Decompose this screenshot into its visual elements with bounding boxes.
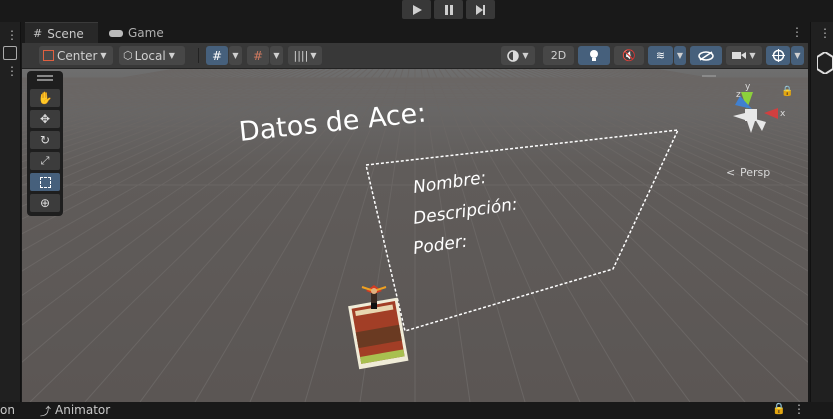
lock-icon-bottom[interactable]: 🔒	[772, 402, 786, 415]
persp-arrow-icon: <	[726, 166, 735, 179]
gizmo-z-label: z	[736, 90, 741, 100]
increment-snap-dropdown[interactable]: ▼	[270, 46, 283, 65]
gizmos-dropdown[interactable]: ▼	[791, 46, 804, 65]
effects-toggle[interactable]: ≋	[648, 46, 673, 65]
scale-icon: ⤢	[40, 154, 50, 167]
gizmo-x-label: x	[780, 109, 786, 119]
gamepad-icon	[109, 29, 123, 37]
chevron-down-icon: ▼	[100, 51, 107, 60]
tab-animator[interactable]: Animator	[55, 403, 110, 417]
2d-label: 2D	[550, 49, 567, 62]
mute-icon: 🔇	[622, 49, 636, 62]
tab-game-label: Game	[128, 25, 164, 40]
more-options-icon-bottom[interactable]: ⋮	[793, 402, 805, 416]
tab-bar: # Scene Game ⋮	[22, 22, 808, 44]
chevron-down-icon: ▼	[522, 51, 529, 60]
lock-icon[interactable]: 🔒	[781, 85, 793, 97]
camera-dropdown[interactable]: ▼	[726, 46, 762, 65]
scale-tool[interactable]: ⤢	[30, 152, 60, 170]
more-options-icon[interactable]: ⋮	[6, 28, 18, 42]
bottom-left-text: on	[0, 403, 15, 417]
chevron-down-icon: ▼	[168, 51, 175, 60]
ruler-snap-button[interactable]: |||| ▼	[288, 46, 322, 65]
bottom-tab-bar: on ⤴ Animator 🔒 ⋮	[0, 402, 833, 418]
window-icon[interactable]	[3, 46, 17, 60]
shading-sphere-icon	[507, 49, 520, 62]
grid-icon: #	[33, 27, 43, 40]
pivot-label: Center	[57, 48, 98, 63]
pause-icon	[444, 4, 453, 15]
tools-overlay: ✋ ✥ ↻ ⤢ ⊕	[27, 71, 63, 216]
panel-drag-handle[interactable]	[37, 75, 53, 77]
scene-canvas[interactable]: Datos de Ace: Nombre: Descripción: Poder…	[22, 69, 808, 402]
camera-icon	[732, 52, 747, 59]
2d-toggle[interactable]: 2D	[543, 46, 574, 65]
ruler-icon: ||||	[293, 49, 309, 62]
transform-tool[interactable]: ⊕	[30, 194, 60, 212]
left-panel-strip: ⋮ ⋮	[0, 22, 21, 402]
play-icon	[412, 4, 422, 15]
chevron-down-icon: ▼	[310, 51, 317, 60]
tab-game[interactable]: Game	[102, 22, 168, 43]
pivot-dropdown[interactable]: Center ▼	[39, 46, 113, 65]
transform-icon: ⊕	[39, 196, 51, 210]
divider	[198, 48, 199, 63]
increment-snap-button[interactable]: #	[247, 46, 269, 65]
right-panel-strip: ⋮	[810, 22, 833, 402]
rotate-icon: ↻	[39, 133, 51, 147]
panel-drag-handle-2	[37, 79, 53, 81]
step-button[interactable]	[466, 0, 495, 19]
chevron-down-icon: ▼	[273, 51, 280, 60]
space-label: Local	[134, 48, 166, 63]
gizmo-icon	[771, 49, 785, 62]
rotate-tool[interactable]: ↻	[30, 131, 60, 149]
effects-dropdown[interactable]: ▼	[674, 46, 686, 65]
more-options-icon-right[interactable]: ⋮	[819, 26, 831, 40]
play-button[interactable]	[402, 0, 431, 19]
scene-toolbar: Center ▼ ⬡ Local ▼ # ▼ # ▼ |||| ▼ ▼ 2D 🔇 …	[22, 43, 808, 69]
chevron-down-icon: ▼	[794, 51, 801, 60]
gizmos-toggle[interactable]	[766, 46, 790, 65]
rect-icon	[39, 176, 51, 188]
hidden-eye-icon	[698, 50, 714, 61]
chevron-down-icon: ▼	[749, 51, 756, 60]
scene-viewport[interactable]: Datos de Ace: Nombre: Descripción: Poder…	[22, 69, 808, 402]
step-icon	[475, 4, 485, 15]
persp-label[interactable]: Persp	[740, 166, 770, 179]
play-controls-bar	[0, 0, 833, 22]
pivot-icon	[43, 50, 54, 61]
scene-visibility-toggle[interactable]	[690, 46, 722, 65]
pause-button[interactable]	[434, 0, 463, 19]
hand-tool[interactable]: ✋	[30, 89, 60, 107]
audio-toggle[interactable]: 🔇	[614, 46, 644, 65]
move-icon: ✥	[39, 112, 51, 126]
hand-icon: ✋	[37, 91, 53, 105]
tab-scene-label: Scene	[47, 26, 84, 41]
layers-icon: ≋	[655, 49, 666, 62]
tab-menu-icon[interactable]: ⋮	[791, 25, 803, 39]
lighting-toggle[interactable]	[578, 46, 610, 65]
move-tool[interactable]: ✥	[30, 110, 60, 128]
lightbulb-icon	[590, 50, 598, 61]
grid-snap-dropdown[interactable]: ▼	[229, 46, 242, 65]
space-dropdown[interactable]: ⬡ Local ▼	[119, 46, 185, 65]
rect-tool[interactable]	[30, 173, 60, 191]
unity-logo-icon	[817, 52, 833, 74]
more-options-icon-2[interactable]: ⋮	[6, 64, 18, 78]
tab-scene[interactable]: # Scene	[25, 22, 98, 44]
chevron-down-icon: ▼	[676, 51, 684, 60]
gizmo-y-label: y	[745, 82, 751, 92]
draw-mode-dropdown[interactable]: ▼	[501, 46, 535, 65]
grid-snap-button[interactable]: #	[206, 46, 228, 65]
chevron-down-icon: ▼	[232, 51, 239, 60]
cube-icon: ⬡	[123, 49, 133, 62]
snap-icon: #	[252, 48, 264, 63]
grid-snap-icon: #	[211, 48, 223, 63]
